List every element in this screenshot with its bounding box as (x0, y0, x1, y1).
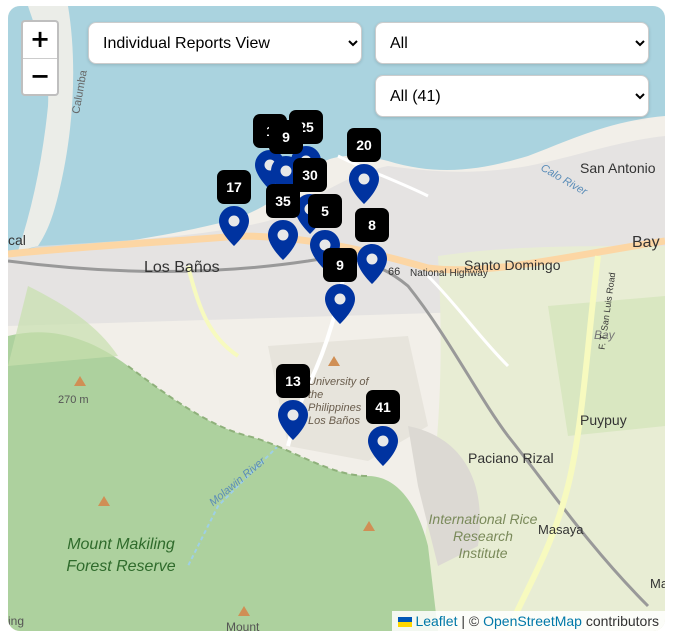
map-pin-icon (349, 164, 379, 204)
label-san-antonio: San Antonio (580, 160, 656, 176)
label-irri: International Rice Research Institute (428, 511, 538, 561)
marker-count-badge: 8 (355, 208, 389, 242)
map-pin-icon (325, 284, 355, 324)
marker-count-badge: 20 (347, 128, 381, 162)
map-pin-icon (268, 220, 298, 260)
marker-count-badge: 17 (217, 170, 251, 204)
label-mount-makiling: Mount Makiling Forest Reserve (66, 536, 176, 575)
label-elevation: 270 m (58, 394, 89, 406)
attribution: Leaflet | © OpenStreetMap contributors (391, 611, 665, 631)
label-cal: cal (8, 232, 26, 248)
category-select[interactable]: All (375, 22, 649, 64)
label-national-highway: National Highway (410, 268, 488, 279)
marker-count-badge: 35 (266, 184, 300, 218)
leaflet-link[interactable]: Leaflet (415, 613, 457, 629)
label-paciano-rizal: Paciano Rizal (468, 450, 554, 466)
map-pin-icon (357, 244, 387, 284)
label-ing: ing (8, 614, 25, 628)
zoom-in-button[interactable]: + (23, 22, 57, 59)
map-container[interactable]: Calumba San Antonio Calo River Bay cal L… (8, 6, 665, 631)
attribution-separator: | © (461, 613, 480, 629)
label-puypuy: Puypuy (580, 412, 627, 428)
view-select[interactable]: Individual Reports View (88, 22, 362, 64)
label-ma: Ma (650, 576, 665, 591)
label-bay: Bay (632, 234, 660, 251)
zoom-control: + − (21, 20, 59, 96)
marker-count-badge: 9 (269, 120, 303, 154)
marker-count-badge: 5 (308, 194, 342, 228)
attribution-contributors: contributors (585, 613, 659, 629)
marker-count-badge: 9 (323, 248, 357, 282)
openstreetmap-link[interactable]: OpenStreetMap (483, 613, 582, 629)
map-pin-icon (368, 426, 398, 466)
map-pin-icon (219, 206, 249, 246)
label-masaya: Masaya (538, 522, 584, 537)
zoom-out-button[interactable]: − (23, 59, 57, 95)
marker-count-badge: 41 (366, 390, 400, 424)
ukraine-flag-icon (397, 617, 412, 627)
count-select[interactable]: All (41) (375, 75, 649, 117)
label-highway-number: 66 (388, 266, 401, 278)
label-los-banos: Los Baños (144, 259, 220, 276)
marker-count-badge: 13 (276, 364, 310, 398)
map-pin-icon (278, 400, 308, 440)
label-mount: Mount (226, 620, 260, 631)
